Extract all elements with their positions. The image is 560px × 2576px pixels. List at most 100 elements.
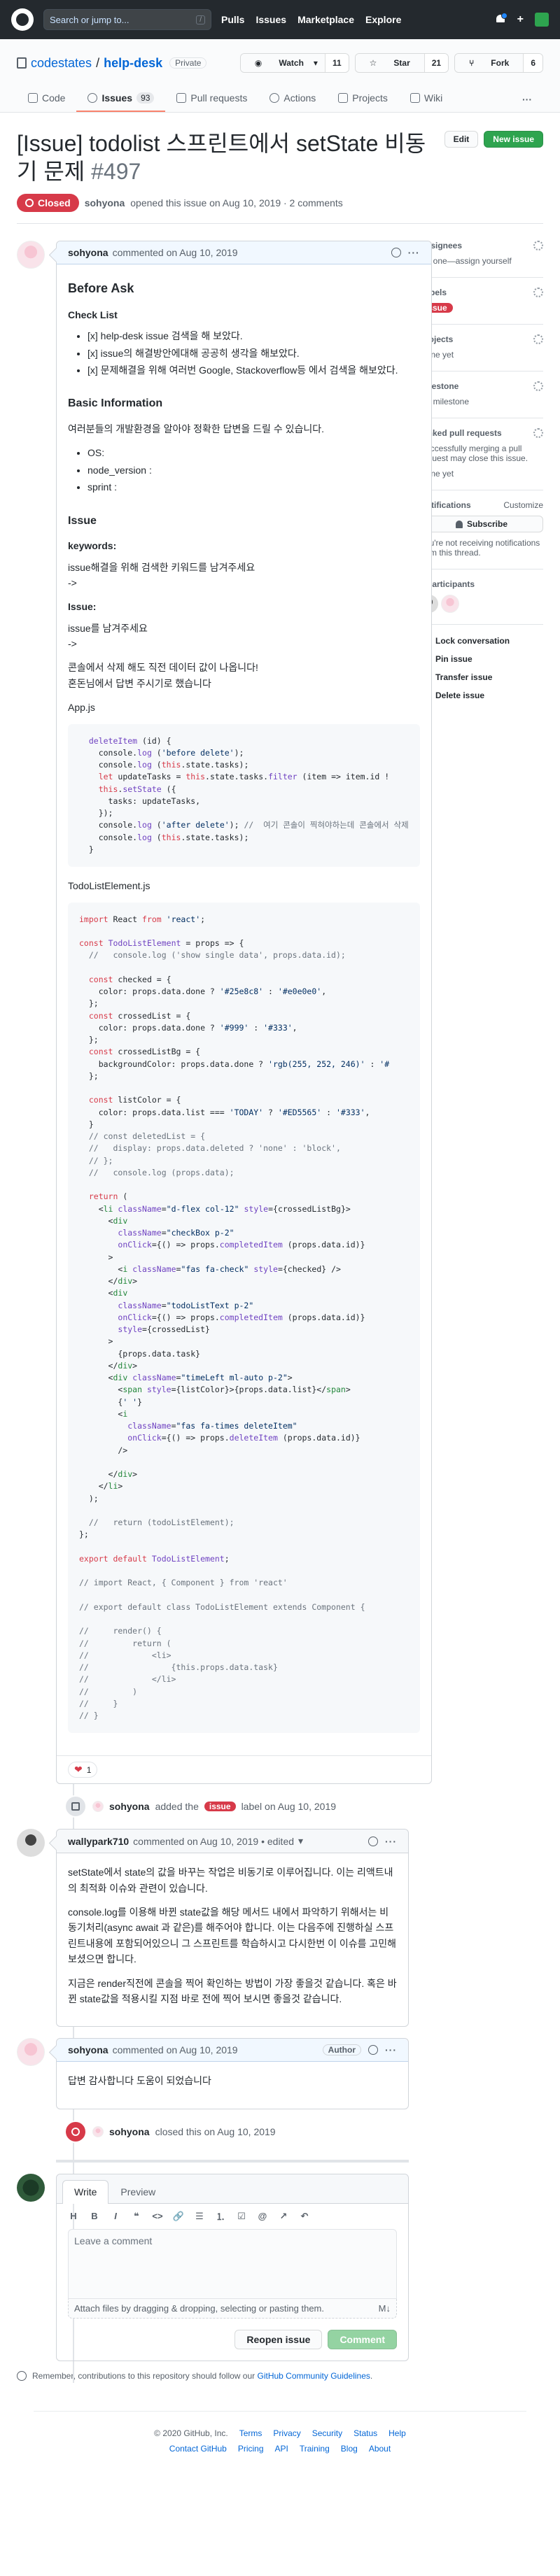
lock-conversation-button[interactable]: Lock conversation <box>420 632 543 650</box>
comment-time[interactable]: commented on Aug 10, 2019 • edited <box>133 1836 294 1847</box>
mention-icon[interactable]: @ <box>257 2211 268 2222</box>
more-tabs-button[interactable]: ··· <box>511 88 543 112</box>
bold-icon[interactable]: B <box>89 2211 100 2222</box>
author-avatar[interactable] <box>17 241 45 269</box>
reopen-issue-button[interactable]: Reopen issue <box>234 2329 323 2349</box>
gear-icon[interactable] <box>533 288 543 297</box>
project-icon <box>338 93 349 103</box>
comment-menu-icon[interactable]: ··· <box>385 1836 397 1847</box>
link-icon[interactable]: 🔗 <box>173 2211 184 2222</box>
nav-marketplace[interactable]: Marketplace <box>298 14 354 25</box>
heart-reaction[interactable]: ❤ 1 <box>68 1762 98 1778</box>
tab-pull-requests[interactable]: Pull requests <box>165 87 258 112</box>
footer-link-terms[interactable]: Terms <box>239 2428 262 2438</box>
footer-link-help[interactable]: Help <box>388 2428 406 2438</box>
footer-link-privacy[interactable]: Privacy <box>273 2428 300 2438</box>
code-icon <box>28 93 38 103</box>
tab-code[interactable]: Code <box>17 87 76 112</box>
saved-replies-icon[interactable]: ↶ <box>299 2211 310 2222</box>
footer-link-contact[interactable]: Contact GitHub <box>169 2444 227 2454</box>
comment-menu-icon[interactable]: ··· <box>385 2044 397 2055</box>
event-actor[interactable]: sohyona <box>109 1801 150 1812</box>
nav-pulls[interactable]: Pulls <box>221 14 244 25</box>
footer-link-pricing[interactable]: Pricing <box>238 2444 264 2454</box>
gear-icon[interactable] <box>533 428 543 438</box>
create-new-plus-icon[interactable]: + <box>517 13 524 26</box>
add-reaction-icon[interactable] <box>368 2045 378 2055</box>
footer-link-security[interactable]: Security <box>312 2428 342 2438</box>
tab-preview[interactable]: Preview <box>108 2180 167 2203</box>
add-reaction-icon[interactable] <box>368 1836 378 1846</box>
gear-icon[interactable] <box>533 334 543 344</box>
event-actor[interactable]: sohyona <box>109 2126 150 2137</box>
comment-author[interactable]: sohyona <box>68 2044 108 2055</box>
edit-title-button[interactable]: Edit <box>444 131 479 148</box>
search-input[interactable]: Search or jump to... / <box>43 9 211 30</box>
assignees-value[interactable]: No one—assign yourself <box>420 256 543 266</box>
watch-count[interactable]: 11 <box>324 54 349 72</box>
sidebar-participants: 2 participants <box>420 569 543 625</box>
community-guidelines-link[interactable]: GitHub Community Guidelines <box>258 2371 370 2381</box>
delete-issue-button[interactable]: Delete issue <box>420 686 543 705</box>
footer-link-api[interactable]: API <box>275 2444 288 2454</box>
issue-author-link[interactable]: sohyona <box>85 197 125 208</box>
chevron-down-icon[interactable]: ▾ <box>298 1835 303 1847</box>
actor-avatar[interactable] <box>92 1801 104 1813</box>
cross-reference-icon[interactable]: ↗ <box>278 2211 289 2222</box>
comment-time[interactable]: commented on Aug 10, 2019 <box>113 2044 238 2055</box>
fork-count[interactable]: 6 <box>523 54 542 72</box>
unordered-list-icon[interactable]: ☰ <box>194 2211 205 2222</box>
heading-icon[interactable]: H <box>68 2211 79 2222</box>
footer-link-training[interactable]: Training <box>300 2444 330 2454</box>
transfer-issue-button[interactable]: Transfer issue <box>420 668 543 686</box>
form-actions: Reopen issue Comment <box>57 2327 408 2361</box>
comment-button[interactable]: Comment <box>328 2329 397 2349</box>
watch-button[interactable]: ◉ Watch ▾ <box>240 54 325 72</box>
fork-button[interactable]: ⑂ Fork <box>455 54 524 72</box>
nav-issues[interactable]: Issues <box>255 14 286 25</box>
new-issue-button[interactable]: New issue <box>484 131 543 148</box>
issue-label[interactable]: issue <box>204 1802 236 1812</box>
task-list-icon[interactable]: ☑ <box>236 2211 247 2222</box>
comment-menu-icon[interactable]: ··· <box>408 247 420 258</box>
customize-link[interactable]: Customize <box>503 500 543 510</box>
repo-name-link[interactable]: help-desk <box>104 56 162 71</box>
add-reaction-icon[interactable] <box>391 248 401 257</box>
check-list: [x] help-desk issue 검색을 해 보았다. [x] issue… <box>68 328 420 378</box>
tab-wiki[interactable]: Wiki <box>399 87 454 112</box>
commenter-avatar[interactable] <box>17 1829 45 1857</box>
user-avatar[interactable] <box>535 13 549 27</box>
repo-owner-link[interactable]: codestates <box>31 56 92 71</box>
footer-link-blog[interactable]: Blog <box>341 2444 358 2454</box>
current-user-avatar[interactable] <box>17 2173 45 2202</box>
tab-issues[interactable]: Issues 93 <box>76 87 166 112</box>
italic-icon[interactable]: I <box>110 2211 121 2222</box>
footer-link-about[interactable]: About <box>369 2444 391 2454</box>
star-button[interactable]: ☆ Star <box>355 54 424 72</box>
quote-icon[interactable]: ❝ <box>131 2211 142 2222</box>
markdown-icon: M↓ <box>378 2302 391 2314</box>
tab-projects[interactable]: Projects <box>327 87 399 112</box>
nav-explore[interactable]: Explore <box>365 14 401 25</box>
ordered-list-icon[interactable]: ⒈ <box>215 2211 226 2222</box>
tab-write[interactable]: Write <box>62 2179 109 2204</box>
avatar[interactable] <box>441 595 459 613</box>
subscribe-button[interactable]: Subscribe <box>420 516 543 532</box>
code-icon[interactable]: <> <box>152 2211 163 2222</box>
event-text: added the <box>155 1801 199 1813</box>
comment-author[interactable]: wallypark710 <box>68 1836 129 1847</box>
actor-avatar[interactable] <box>92 2125 104 2137</box>
attach-files-bar[interactable]: Attach files by dragging & dropping, sel… <box>68 2298 397 2319</box>
gear-icon[interactable] <box>533 241 543 250</box>
comment-author[interactable]: sohyona <box>68 247 108 258</box>
notification-bell-icon[interactable] <box>495 13 507 25</box>
pin-issue-button[interactable]: Pin issue <box>420 650 543 668</box>
github-logo-icon[interactable] <box>11 8 34 31</box>
tab-actions[interactable]: Actions <box>258 87 327 112</box>
gear-icon[interactable] <box>533 381 543 391</box>
comment-textarea[interactable]: Leave a comment <box>68 2228 397 2299</box>
author-avatar[interactable] <box>17 2038 45 2067</box>
comment-time[interactable]: commented on Aug 10, 2019 <box>113 247 238 258</box>
star-count[interactable]: 21 <box>424 54 449 72</box>
footer-link-status[interactable]: Status <box>354 2428 377 2438</box>
